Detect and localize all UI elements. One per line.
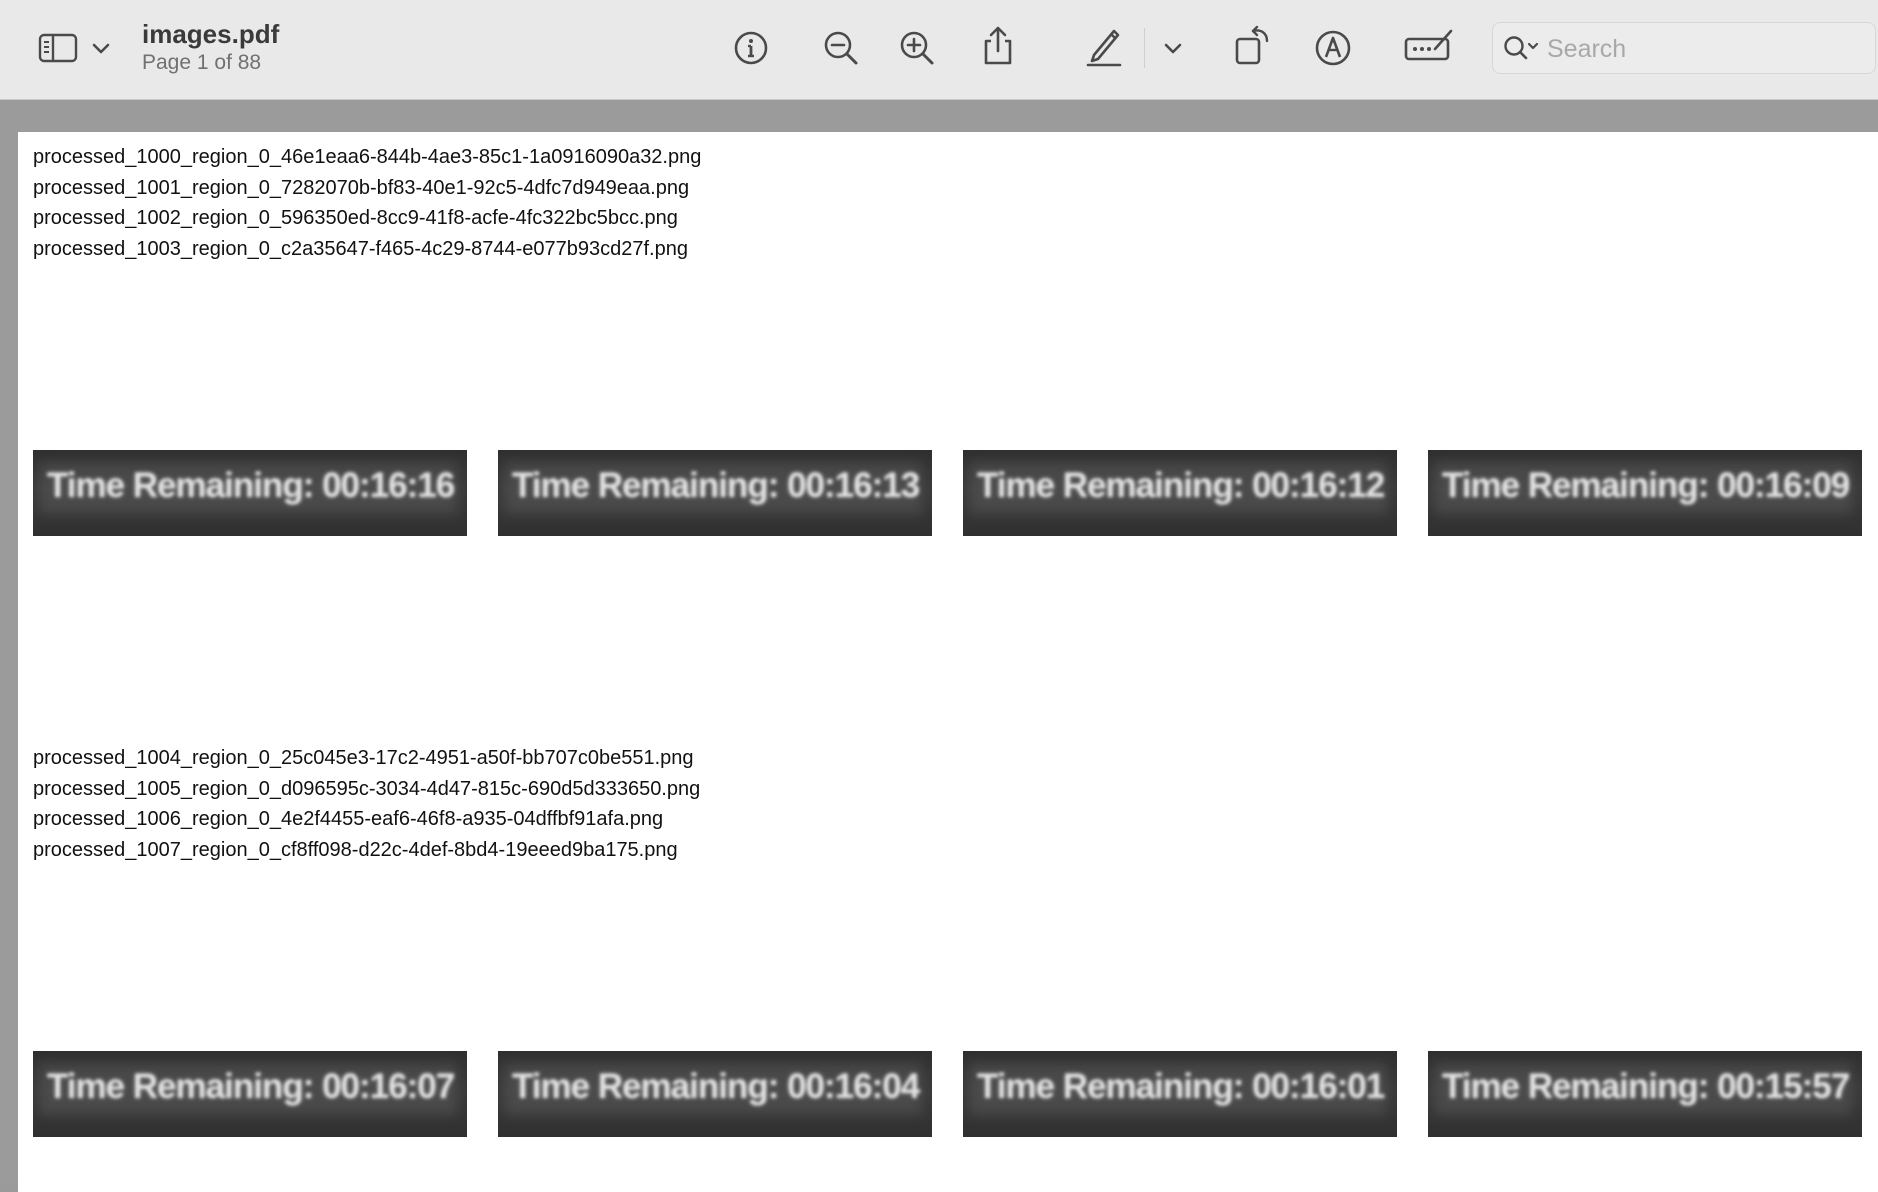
search-field[interactable]	[1492, 22, 1876, 74]
signature-button[interactable]	[1402, 26, 1456, 66]
zoom-out-button[interactable]	[820, 28, 862, 68]
thumbnail-text: Time Remaining: 00:16:16	[47, 466, 455, 505]
file-name: processed_1004_region_0_25c045e3-17c2-49…	[33, 747, 694, 769]
pen-icon	[1084, 25, 1124, 67]
markup-icon	[1314, 29, 1352, 67]
image-thumbnail: Time Remaining: 00:16:09	[1428, 450, 1862, 536]
thumbnail-text: Time Remaining: 00:16:12	[977, 466, 1385, 505]
highlight-button[interactable]	[1083, 24, 1125, 68]
image-thumbnail: Time Remaining: 00:16:04	[498, 1051, 932, 1137]
image-thumbnail: Time Remaining: 00:16:01	[963, 1051, 1397, 1137]
document-title: images.pdf	[142, 19, 280, 49]
toolbar: images.pdf Page 1 of 88	[0, 0, 1878, 100]
rotate-button[interactable]	[1232, 24, 1272, 68]
thumbnail-text: Time Remaining: 00:16:04	[512, 1067, 920, 1106]
sidebar-icon	[38, 32, 78, 64]
zoom-out-icon	[822, 29, 860, 67]
file-name: processed_1001_region_0_7282070b-bf83-40…	[33, 176, 690, 199]
page-indicator: Page 1 of 88	[142, 51, 262, 74]
sidebar-toggle-button[interactable]	[36, 30, 80, 66]
thumbnail-text: Time Remaining: 00:16:01	[977, 1067, 1385, 1106]
file-name: processed_1000_region_0_46e1eaa6-844b-4a…	[33, 146, 702, 168]
image-thumbnail: Time Remaining: 00:16:07	[33, 1051, 467, 1137]
image-thumbnail: Time Remaining: 00:15:57	[1428, 1051, 1862, 1137]
file-name: processed_1007_region_0_cf8ff098-d22c-4d…	[33, 838, 678, 861]
thumbnail-text: Time Remaining: 00:16:09	[1442, 466, 1850, 505]
document-viewer: processed_1000_region_0_46e1eaa6-844b-4a…	[0, 100, 1878, 1192]
file-name-list: processed_1000_region_0_46e1eaa6-844b-4a…	[33, 142, 701, 264]
file-name: processed_1003_region_0_c2a35647-f465-4c…	[33, 237, 688, 260]
chevron-down-icon	[1164, 43, 1182, 55]
markup-button[interactable]	[1313, 28, 1353, 68]
pdf-page: processed_1000_region_0_46e1eaa6-844b-4a…	[18, 132, 1878, 1192]
info-button[interactable]	[731, 28, 771, 68]
zoom-in-button[interactable]	[896, 28, 938, 68]
highlight-menu-button[interactable]	[1160, 36, 1186, 62]
file-name: processed_1002_region_0_596350ed-8cc9-41…	[33, 207, 678, 229]
info-icon	[733, 30, 769, 66]
share-button[interactable]	[978, 24, 1018, 68]
chevron-down-icon	[92, 43, 110, 55]
thumbnail-text: Time Remaining: 00:16:13	[512, 466, 920, 505]
file-name: processed_1006_region_0_4e2f4455-eaf6-46…	[33, 808, 664, 830]
share-icon	[980, 25, 1016, 67]
search-icon	[1503, 35, 1543, 68]
rotate-icon	[1233, 25, 1271, 67]
image-thumbnail: Time Remaining: 00:16:16	[33, 450, 467, 536]
signature-icon	[1403, 27, 1455, 65]
file-name: processed_1005_region_0_d096595c-3034-4d…	[33, 777, 701, 800]
document-title-block: images.pdf Page 1 of 88	[142, 18, 279, 76]
image-thumbnail: Time Remaining: 00:16:12	[963, 450, 1397, 536]
thumbnail-text: Time Remaining: 00:16:07	[47, 1067, 455, 1106]
sidebar-menu-button[interactable]	[88, 36, 114, 62]
thumbnail-text: Time Remaining: 00:15:57	[1442, 1067, 1850, 1106]
search-input[interactable]	[1545, 31, 1859, 67]
image-thumbnail: Time Remaining: 00:16:13	[498, 450, 932, 536]
file-name-list: processed_1004_region_0_25c045e3-17c2-49…	[33, 743, 700, 865]
zoom-in-icon	[898, 29, 936, 67]
toolbar-divider	[1144, 28, 1145, 68]
